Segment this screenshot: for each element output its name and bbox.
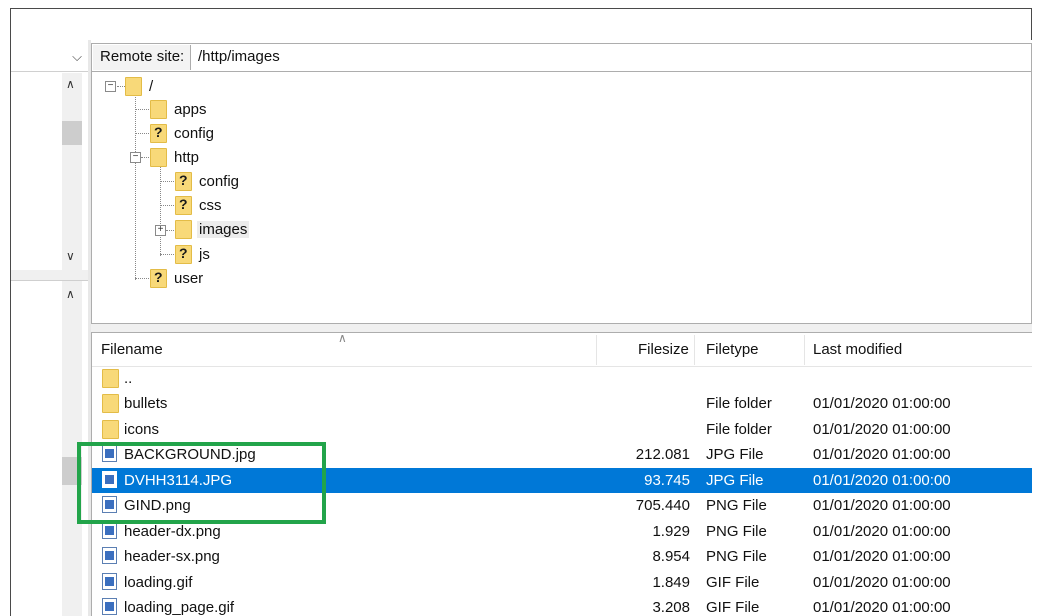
tree-node-http[interactable]: http [150,146,201,168]
tree-node-css[interactable]: css [175,194,224,216]
folder-icon [102,420,119,439]
tree-node-http-config[interactable]: config [175,170,241,192]
column-separator[interactable] [804,335,805,365]
tree-connector [135,109,149,110]
folder-icon [150,147,167,167]
image-file-icon [102,522,117,539]
list-item[interactable]: header-dx.png 1.929 PNG File 01/01/2020 … [92,519,1032,544]
folder-icon [102,369,119,388]
remote-site-bar: Remote site: /http/images [91,43,1032,72]
unknown-folder-icon [150,268,167,288]
tree-node-user[interactable]: user [150,267,205,289]
tree-node-images[interactable]: images [175,218,250,240]
remote-file-list: ∧ Filename Filesize Filetype Last modifi… [91,332,1032,616]
remote-site-label: Remote site: [93,45,192,70]
list-item[interactable]: BACKGROUND.jpg 212.081 JPG File 01/01/20… [92,442,1032,467]
tree-connector [160,166,161,256]
tree-connector [160,181,174,182]
list-item-selected[interactable]: DVHH3114.JPG 93.745 JPG File 01/01/2020 … [92,468,1032,493]
list-item[interactable]: bullets File folder 01/01/2020 01:00:00 [92,391,1032,416]
image-file-icon [102,445,117,462]
scrollbar-thumb[interactable] [62,457,82,485]
image-file-icon [102,547,117,564]
local-tree-pane: ∧ ∨ [11,73,88,270]
list-header: ∧ Filename Filesize Filetype Last modifi… [92,333,1032,367]
unknown-folder-icon [150,123,167,143]
expand-icon[interactable]: + [155,225,166,236]
list-item[interactable]: GIND.png 705.440 PNG File 01/01/2020 01:… [92,493,1032,518]
local-splitter[interactable] [11,270,88,280]
tree-connector [166,230,174,231]
collapse-icon[interactable]: − [130,152,141,163]
column-separator[interactable] [694,335,695,365]
scroll-down-icon[interactable]: ∨ [66,249,75,263]
folder-icon [125,76,142,96]
column-separator[interactable] [596,335,597,365]
image-file-icon [102,496,117,513]
window-frame-top [10,8,1032,40]
list-item[interactable]: header-sx.png 8.954 PNG File 01/01/2020 … [92,544,1032,569]
tree-connector [135,94,136,280]
scrollbar-thumb[interactable] [62,121,82,145]
remote-tree-pane: − − + / apps config http config css imag… [91,72,1032,324]
local-list-scrollbar[interactable]: ∧ [62,281,82,616]
list-item[interactable]: loading.gif 1.849 GIF File 01/01/2020 01… [92,570,1032,595]
column-header-filetype[interactable]: Filetype [706,333,759,367]
column-header-filename[interactable]: Filename [101,333,163,367]
image-file-icon [102,598,117,615]
local-tree-scrollbar[interactable]: ∧ ∨ [62,73,82,270]
unknown-folder-icon [175,244,192,264]
tree-connector [135,278,149,279]
remote-path-input[interactable]: /http/images [198,48,280,65]
column-header-filesize[interactable]: Filesize [638,333,689,367]
folder-icon [175,219,192,239]
collapse-icon[interactable]: − [105,81,116,92]
tree-connector [135,133,149,134]
list-item-parent[interactable]: .. [92,366,1032,391]
list-item[interactable]: icons File folder 01/01/2020 01:00:00 [92,417,1032,442]
local-site-combo[interactable]: ⌵ [11,43,88,72]
column-header-last-modified[interactable]: Last modified [813,333,902,367]
tree-node-js[interactable]: js [175,243,212,265]
tree-connector [117,86,125,87]
unknown-folder-icon [175,195,192,215]
scroll-up-icon[interactable]: ∧ [66,77,75,91]
sort-indicator-icon: ∧ [338,332,347,345]
local-list-pane: ∧ [11,280,88,616]
image-file-icon [102,471,117,488]
tree-node-apps[interactable]: apps [150,98,209,120]
tree-connector [160,254,174,255]
list-item[interactable]: loading_page.gif 3.208 GIF File 01/01/20… [92,595,1032,616]
tree-list-splitter[interactable] [91,324,1032,332]
tree-connector [141,157,149,158]
folder-icon [102,394,119,413]
tree-connector [160,205,174,206]
chevron-down-icon[interactable]: ⌵ [72,49,82,65]
tree-node-config[interactable]: config [150,122,216,144]
folder-icon [150,99,167,119]
unknown-folder-icon [175,171,192,191]
image-file-icon [102,573,117,590]
tree-node-root[interactable]: / [125,75,155,97]
scroll-up-icon[interactable]: ∧ [66,287,75,301]
